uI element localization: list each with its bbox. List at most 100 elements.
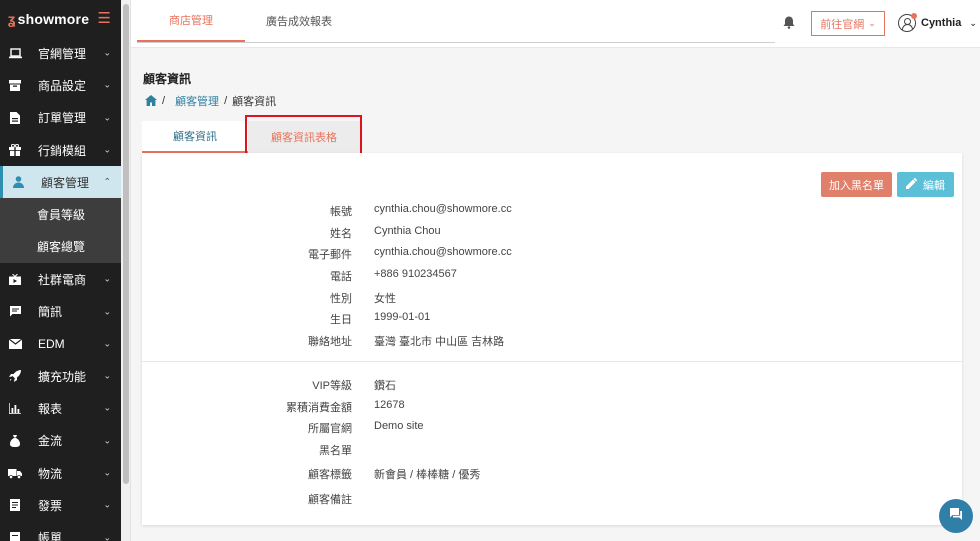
chevron-down-icon: ⌄ — [103, 402, 111, 413]
gift-icon — [8, 144, 22, 157]
field-label: 性別 — [330, 293, 352, 305]
sidebar-item-extensions[interactable]: 擴充功能 ⌄ — [0, 360, 121, 392]
sidebar-subitem-member-level[interactable]: 會員等級 — [0, 198, 121, 231]
sidebar-item-sms[interactable]: 簡訊 ⌄ — [0, 295, 121, 327]
tab-customer-info-table[interactable]: 顧客資訊表格 — [248, 121, 360, 153]
tab-customer-info[interactable]: 顧客資訊 — [142, 121, 248, 153]
scrollbar-thumb[interactable] — [123, 4, 129, 484]
field-value: cynthia.chou@showmore.cc — [374, 246, 512, 258]
chevron-down-icon: ⌄ — [103, 338, 111, 349]
field-value: 新會員 / 棒棒糖 / 優秀 — [374, 469, 481, 481]
message-icon — [8, 306, 22, 318]
envelope-icon — [8, 338, 22, 350]
sidebar-scrollbar[interactable] — [121, 0, 131, 541]
logo-text: showmore — [17, 10, 90, 27]
user-menu[interactable]: Cynthia ⌄ — [898, 13, 977, 32]
chevron-down-icon: ⌄ — [868, 18, 876, 28]
content-tabs: 顧客資訊 顧客資訊表格 — [142, 121, 360, 153]
laptop-icon — [8, 47, 22, 59]
field-label: 聯絡地址 — [308, 336, 352, 348]
field-row-notes: 顧客備註 — [142, 491, 962, 509]
chat-button[interactable] — [939, 499, 973, 533]
field-label: 所屬官網 — [308, 423, 352, 435]
sidebar-item-reports[interactable]: 報表 ⌄ — [0, 392, 121, 424]
notification-dot — [911, 13, 917, 19]
sidebar-subitem-customer-overview[interactable]: 顧客總覽 — [0, 230, 121, 264]
logo-mark: ʓ — [8, 10, 16, 27]
user-name: Cynthia — [921, 17, 962, 29]
sidebar-item-label: 簡訊 — [38, 305, 63, 320]
field-label: 帳號 — [330, 206, 352, 218]
field-label: 電子郵件 — [308, 249, 352, 261]
sidebar-item-products[interactable]: 商品設定 ⌄ — [0, 69, 121, 101]
field-value: Demo site — [374, 420, 424, 432]
sidebar-item-label: 金流 — [38, 434, 63, 449]
sidebar-item-label: 社群電商 — [38, 272, 87, 287]
field-value: cynthia.chou@showmore.cc — [374, 203, 512, 215]
sidebar-item-website[interactable]: 官網管理 ⌄ — [0, 37, 121, 69]
hamburger-icon[interactable]: ☰ — [98, 11, 111, 26]
section-divider — [142, 361, 962, 362]
rocket-icon — [8, 370, 22, 383]
field-row-tags: 顧客標籤 新會員 / 棒棒糖 / 優秀 — [142, 466, 962, 484]
box-icon — [8, 79, 22, 91]
tab-store-management[interactable]: 商店管理 — [137, 0, 245, 42]
breadcrumb-link-customer-management[interactable]: 顧客管理 — [175, 93, 219, 109]
sidebar-item-label: 帳單 — [38, 531, 63, 541]
logo[interactable]: ʓ showmore — [8, 11, 89, 27]
chevron-down-icon: ⌄ — [103, 499, 111, 510]
field-row-address: 聯絡地址 臺灣 臺北市 中山區 吉林路 — [142, 333, 962, 351]
edit-label: 編輯 — [923, 179, 945, 192]
sidebar-item-label: 擴充功能 — [38, 369, 87, 384]
field-row-blacklist: 黑名單 — [142, 442, 962, 460]
sidebar-item-billing[interactable]: 帳單 ⌄ — [0, 521, 121, 541]
chevron-down-icon: ⌄ — [103, 144, 111, 155]
chevron-down-icon: ⌄ — [103, 435, 111, 446]
sidebar-item-orders[interactable]: 訂單管理 ⌄ — [0, 102, 121, 134]
go-to-website-label: 前往官網 — [820, 18, 865, 31]
sidebar-item-payments[interactable]: 金流 ⌄ — [0, 425, 121, 457]
field-value: 1999-01-01 — [374, 311, 431, 323]
truck-icon — [8, 467, 22, 479]
field-value: 臺灣 臺北市 中山區 吉林路 — [374, 336, 505, 348]
field-row-email: 電子郵件 cynthia.chou@showmore.cc — [142, 246, 962, 264]
page-title: 顧客資訊 — [143, 72, 192, 86]
home-icon[interactable] — [145, 94, 157, 109]
top-bar: 商店管理 廣告成效報表 前往官網 ⌄ Cynthia ⌄ — [131, 0, 980, 48]
chevron-down-icon: ⌄ — [103, 47, 111, 58]
field-row-vip-level: VIP等級 鑽石 — [142, 377, 962, 395]
sidebar-item-label: 行銷模組 — [38, 143, 87, 158]
field-label: 生日 — [330, 314, 352, 326]
field-row-birthday: 生日 1999-01-01 — [142, 311, 962, 329]
breadcrumb-separator: / — [162, 95, 166, 107]
chevron-down-icon: ⌄ — [103, 79, 111, 90]
sidebar-item-customers[interactable]: 顧客管理 ⌃ — [0, 166, 121, 199]
sidebar-item-label: 發票 — [38, 498, 63, 513]
chevron-down-icon: ⌄ — [103, 112, 111, 123]
tab-ad-performance-report[interactable]: 廣告成效報表 — [249, 0, 349, 42]
breadcrumb-current: 顧客資訊 — [232, 96, 277, 108]
field-value: +886 910234567 — [374, 268, 457, 280]
chevron-down-icon: ⌄ — [103, 306, 111, 317]
field-label: 顧客備註 — [308, 494, 352, 506]
sidebar-item-edm[interactable]: EDM ⌄ — [0, 328, 121, 360]
bar-chart-icon — [8, 402, 22, 414]
sidebar-item-label: EDM — [38, 336, 65, 351]
avatar-icon — [898, 13, 917, 32]
chevron-down-icon: ⌄ — [103, 532, 111, 541]
sidebar-item-label: 官網管理 — [38, 46, 87, 61]
sidebar-item-marketing[interactable]: 行銷模組 ⌄ — [0, 134, 121, 166]
bell-icon[interactable] — [783, 16, 795, 32]
sidebar-item-label: 顧客管理 — [41, 175, 90, 190]
sidebar-item-logistics[interactable]: 物流 ⌄ — [0, 457, 121, 489]
sidebar-item-social-commerce[interactable]: 社群電商 ⌄ — [0, 263, 121, 295]
sidebar-item-label: 報表 — [38, 401, 63, 416]
field-label: 姓名 — [330, 228, 352, 240]
go-to-website-button[interactable]: 前往官網 ⌄ — [811, 11, 885, 36]
sidebar-item-label: 商品設定 — [38, 78, 87, 93]
add-to-blacklist-button[interactable]: 加入黑名單 — [821, 172, 892, 197]
edit-button[interactable]: 編輯 — [897, 172, 954, 197]
breadcrumb-separator: / — [224, 95, 228, 107]
sidebar-item-invoices[interactable]: 發票 ⌄ — [0, 489, 121, 521]
field-label: 累積消費金額 — [286, 402, 352, 414]
